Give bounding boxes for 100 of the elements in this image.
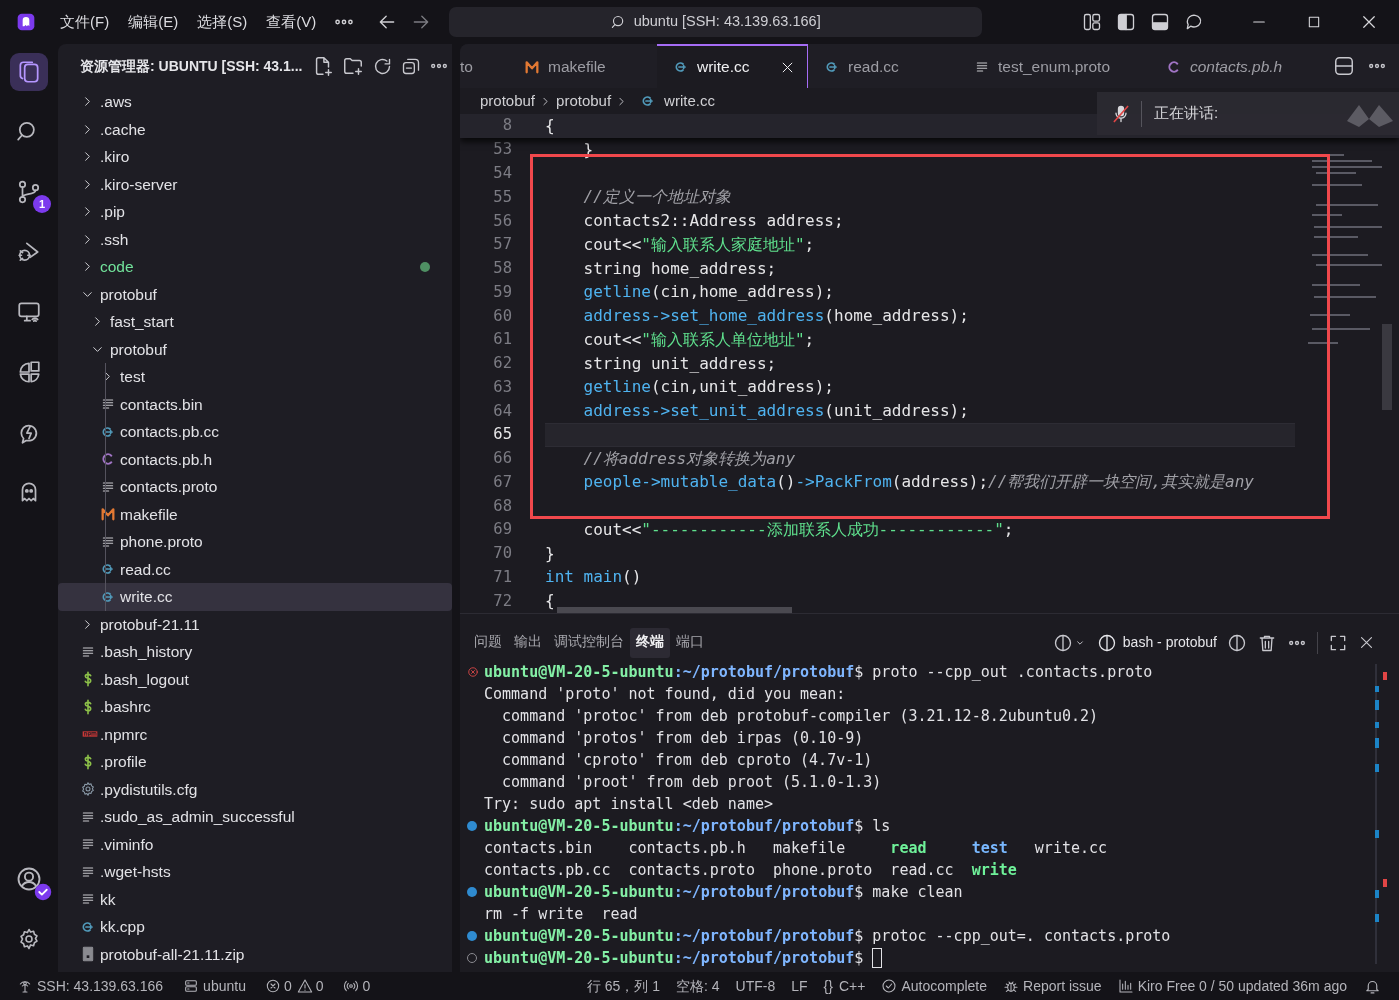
tree-item[interactable]: protobuf-21.11 bbox=[58, 610, 452, 638]
editor-tab[interactable]: write.cc bbox=[657, 44, 808, 88]
tree-item[interactable]: fast_start bbox=[58, 308, 452, 336]
scrollbar-thumb[interactable] bbox=[1382, 324, 1392, 410]
tree-item[interactable]: test bbox=[58, 363, 452, 391]
status-item[interactable]: Kiro Free 0 / 50 updated 36m ago bbox=[1110, 975, 1354, 997]
activity-button[interactable] bbox=[10, 53, 48, 91]
breadcrumb-item[interactable]: protobuf bbox=[556, 89, 612, 113]
menu-item[interactable]: 选择(S) bbox=[189, 7, 256, 37]
editor-tab[interactable]: read.cc bbox=[808, 44, 958, 88]
editor-tab[interactable]: makefile bbox=[508, 44, 657, 88]
terminal-icon bbox=[1096, 632, 1117, 653]
code-line: cout<<"输入联系人家庭地址"; bbox=[582, 233, 815, 256]
tree-item[interactable]: kk.cpp bbox=[58, 913, 452, 941]
layout-icon[interactable] bbox=[1082, 12, 1103, 32]
tree-item[interactable]: protobuf bbox=[58, 335, 452, 363]
panel-tab[interactable]: 问题 bbox=[468, 627, 508, 658]
tree-item[interactable]: read.cc bbox=[58, 555, 452, 583]
tree-item[interactable]: .cache bbox=[58, 115, 452, 143]
breadcrumb-item[interactable]: protobuf bbox=[480, 89, 536, 113]
files-icon bbox=[16, 59, 42, 85]
tree-item[interactable]: .sudo_as_admin_successful bbox=[58, 803, 452, 831]
status-item[interactable]: 行 65，列 1 bbox=[579, 975, 667, 997]
tree-item[interactable]: .wget-hsts bbox=[58, 858, 452, 886]
status-item[interactable]: Report issue bbox=[996, 975, 1109, 997]
line-number: 53 bbox=[492, 139, 512, 161]
collapse-all-icon[interactable] bbox=[401, 56, 422, 76]
line-number: 54 bbox=[492, 163, 512, 184]
tree-item[interactable]: contacts.bin bbox=[58, 390, 452, 418]
panel-tab[interactable]: 输出 bbox=[508, 627, 548, 658]
tree-item[interactable]: phone.proto bbox=[58, 528, 452, 556]
line-number: 59 bbox=[492, 281, 512, 303]
command-search-field[interactable]: ubuntu [SSH: 43.139.63.166] bbox=[449, 7, 983, 37]
status-item[interactable]: SSH: 43.139.63.166 bbox=[10, 975, 171, 997]
status-item[interactable]: Autocomplete bbox=[874, 975, 995, 997]
sidebar-toggle-icon[interactable] bbox=[1116, 12, 1137, 32]
panel-tab[interactable]: 调试控制台 bbox=[548, 627, 630, 658]
tree-item[interactable]: contacts.pb.h bbox=[58, 445, 452, 473]
editor-tab[interactable]: to bbox=[460, 44, 508, 88]
problems-status[interactable]: 0 0 bbox=[258, 975, 330, 997]
tree-item[interactable]: protobuf-all-21.11.zip bbox=[58, 940, 452, 968]
settings-icon bbox=[17, 927, 41, 951]
tree-item[interactable]: .ssh bbox=[58, 225, 452, 253]
terminal-selector[interactable]: bash - protobuf bbox=[1096, 632, 1217, 653]
remote-icon bbox=[17, 978, 33, 994]
tree-item[interactable]: .bash_logout bbox=[58, 665, 452, 693]
menu-item[interactable]: 查看(V) bbox=[258, 7, 325, 37]
tree-item[interactable]: makefile bbox=[58, 500, 452, 528]
close-icon[interactable] bbox=[1358, 634, 1375, 651]
tree-item[interactable]: kk bbox=[58, 885, 452, 913]
tree-item[interactable]: .profile bbox=[58, 748, 452, 776]
menu-item[interactable]: 编辑(E) bbox=[120, 7, 187, 37]
panel-tab[interactable]: 端口 bbox=[670, 627, 710, 658]
tree-item[interactable]: .kiro-server bbox=[58, 170, 452, 198]
tree-item[interactable]: .bash_history bbox=[58, 638, 452, 666]
code-line: { bbox=[545, 590, 555, 613]
new-folder-icon[interactable] bbox=[342, 55, 365, 77]
split-icon[interactable] bbox=[1227, 632, 1247, 653]
status-item[interactable]: 空格: 4 bbox=[669, 975, 727, 997]
mic-off-icon bbox=[1111, 103, 1131, 124]
terminal-entry: read bbox=[890, 838, 927, 857]
code-line: { bbox=[545, 115, 555, 137]
account-icon bbox=[15, 865, 43, 893]
line-number: 61 bbox=[492, 329, 512, 351]
code-line: address->set_home_address(home_address); bbox=[582, 305, 969, 328]
status-item[interactable]: 0 bbox=[335, 975, 378, 997]
language-status[interactable]: {} C++ bbox=[816, 975, 873, 997]
terminal-line: command 'proot' from deb proot (5.1.0-1.3) bbox=[502, 771, 882, 793]
status-item[interactable]: LF bbox=[784, 975, 815, 997]
breadcrumb-item[interactable]: write.cc bbox=[664, 89, 715, 113]
code-line: string unit_address; bbox=[582, 352, 777, 375]
status-item[interactable]: ubuntu bbox=[176, 975, 253, 997]
horizontal-scrollbar[interactable] bbox=[557, 607, 792, 613]
tree-item[interactable]: .bashrc bbox=[58, 693, 452, 721]
check-circle-icon bbox=[881, 978, 898, 994]
tree-item[interactable]: write.cc bbox=[58, 583, 452, 611]
panel-toggle-icon[interactable] bbox=[1150, 12, 1171, 32]
activity-button[interactable]: 1 bbox=[10, 173, 48, 211]
editor-tab[interactable]: contacts.pb.h bbox=[1150, 44, 1320, 88]
terminal-line: ubuntu@VM-20-5-ubuntu:~/protobuf/protobuf$ protoc --cpp_out=. contacts.proto bbox=[484, 925, 1171, 947]
tree-item[interactable]: contacts.pb.cc bbox=[58, 418, 452, 446]
terminal-entry: contacts.proto bbox=[628, 860, 755, 879]
panel-tab[interactable]: 终端 bbox=[630, 627, 670, 658]
tree-item[interactable]: contacts.proto bbox=[58, 473, 452, 501]
status-item[interactable]: UTF-8 bbox=[728, 975, 783, 997]
editor-tab[interactable]: test_enum.proto bbox=[958, 44, 1150, 88]
tree-item[interactable]: .pydistutils.cfg bbox=[58, 775, 452, 803]
tree-item[interactable]: .viminfo bbox=[58, 830, 452, 858]
tree-item[interactable]: .npmrc bbox=[58, 720, 452, 748]
split-editor-icon[interactable] bbox=[1333, 55, 1355, 77]
tree-item[interactable]: .aws bbox=[58, 88, 452, 116]
tree-item[interactable]: code bbox=[58, 253, 452, 281]
tree-item[interactable]: protobuf bbox=[58, 280, 452, 308]
app-logo-icon bbox=[16, 12, 36, 32]
split-terminal-icon[interactable] bbox=[1052, 632, 1073, 653]
tree-item[interactable]: .pip bbox=[58, 198, 452, 226]
tree-item[interactable]: .kiro bbox=[58, 143, 452, 171]
code-line: address->set_unit_address(unit_address); bbox=[582, 400, 969, 423]
menu-item[interactable]: 文件(F) bbox=[52, 7, 118, 37]
line-number: 64 bbox=[492, 400, 512, 422]
